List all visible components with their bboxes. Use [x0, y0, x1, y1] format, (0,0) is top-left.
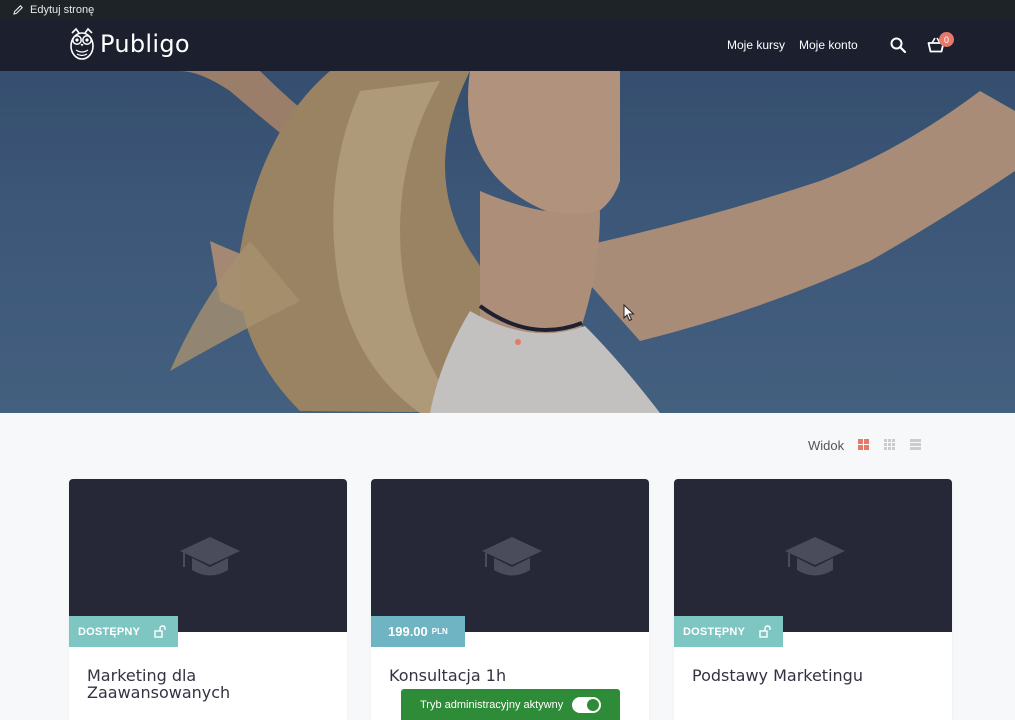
graduation-cap-icon	[785, 537, 845, 576]
grid-large-view-icon[interactable]	[858, 439, 869, 450]
graduation-cap-icon	[482, 537, 542, 576]
logo-text: Publigo	[100, 30, 190, 58]
list-view-icon[interactable]	[910, 439, 921, 450]
course-thumbnail	[69, 479, 347, 632]
edit-page-link[interactable]: Edytuj stronę	[30, 4, 94, 16]
search-icon[interactable]	[889, 36, 907, 54]
owl-logo-icon	[70, 27, 94, 60]
status-badge: DOSTĘPNY	[69, 616, 179, 647]
unlock-icon	[759, 625, 771, 638]
course-title[interactable]: Konsultacja 1h	[389, 667, 629, 684]
course-title[interactable]: Marketing dla Zaawansowanych	[87, 667, 327, 701]
course-card[interactable]: 199.00 PLN Konsultacja 1h	[371, 479, 649, 720]
mouse-pointer-icon	[623, 304, 635, 322]
toggle-knob	[587, 699, 599, 711]
cart-count-badge: 0	[939, 32, 954, 47]
pencil-icon	[12, 4, 24, 16]
course-card[interactable]: DOSTĘPNY Marketing dla Zaawansowanych	[69, 479, 347, 720]
course-thumbnail	[674, 479, 952, 632]
course-title[interactable]: Podstawy Marketingu	[692, 667, 932, 684]
price-currency: PLN	[431, 627, 448, 636]
graduation-cap-icon	[180, 537, 240, 576]
slider-dot[interactable]	[515, 339, 521, 345]
nav-my-courses[interactable]: Moje kursy	[727, 38, 785, 52]
nav-my-account[interactable]: Moje konto	[799, 38, 858, 52]
admin-mode-toast: Tryb administracyjny aktywny	[401, 689, 620, 720]
site-header: Publigo Moje kursy Moje konto 0	[0, 19, 1015, 71]
course-card[interactable]: DOSTĘPNY Podstawy Marketingu	[674, 479, 952, 720]
admin-bar: Edytuj stronę	[0, 0, 1015, 19]
course-thumbnail	[371, 479, 649, 632]
status-badge: DOSTĘPNY	[674, 616, 784, 647]
hero-slider	[0, 71, 1015, 413]
price-badge: 199.00 PLN	[371, 616, 465, 647]
unlock-icon	[154, 625, 166, 638]
hero-overlay	[0, 71, 1015, 413]
grid-small-view-icon[interactable]	[884, 439, 895, 450]
site-logo[interactable]: Publigo	[68, 27, 190, 61]
admin-mode-label: Tryb administracyjny aktywny	[420, 698, 564, 711]
price-value: 199.00	[388, 624, 428, 639]
admin-mode-toggle[interactable]	[572, 697, 601, 713]
view-label: Widok	[808, 438, 845, 453]
